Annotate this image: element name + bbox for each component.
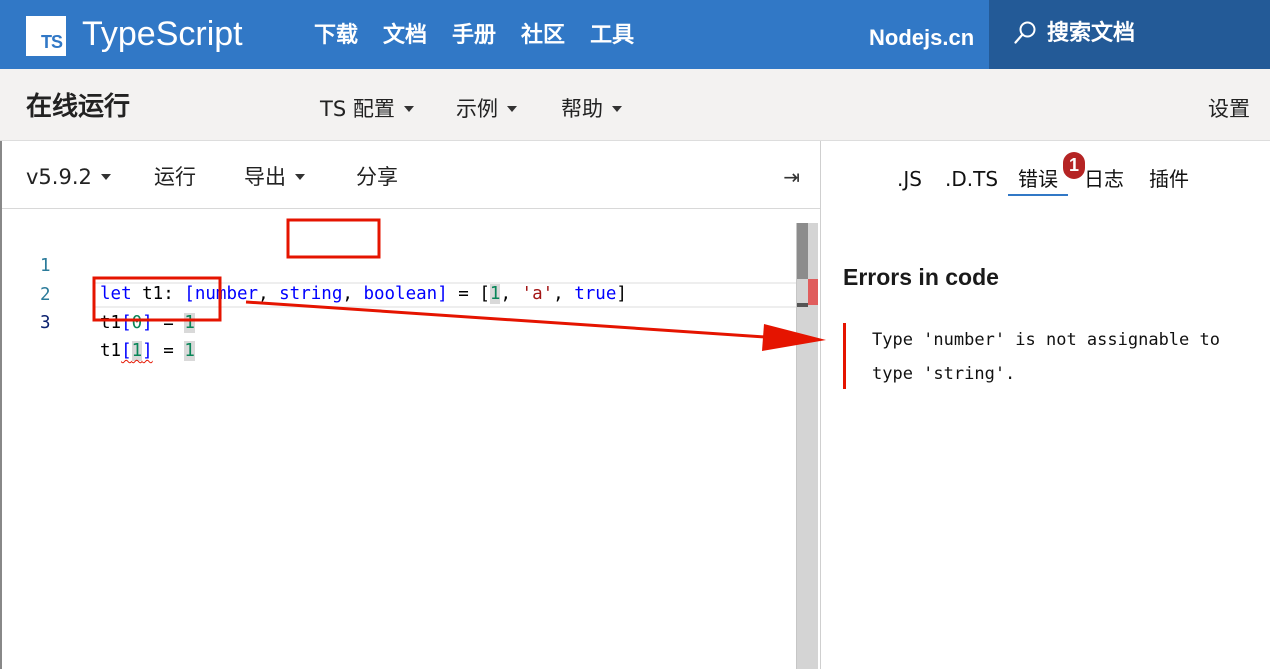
editor-scrollbar[interactable] xyxy=(796,223,818,669)
sidebar-tabs: .JS .D.TS 错误 1 日志 插件 xyxy=(821,152,1270,197)
error-count-badge: 1 xyxy=(1063,152,1085,179)
code-token: let xyxy=(100,284,132,304)
top-nav-bar: TS TypeScript 下载 文档 手册 社区 工具 Nodejs.cn 搜… xyxy=(0,0,1270,69)
brand-name[interactable]: TypeScript xyxy=(82,14,243,54)
nodejs-cn-link[interactable]: Nodejs.cn xyxy=(869,24,974,52)
code-token: t1 xyxy=(100,313,122,333)
code-line-1[interactable]: 1 let t1: [number, string, boolean] = [1… xyxy=(2,224,627,304)
run-button[interactable]: 运行 xyxy=(154,163,196,191)
page-title: 在线运行 xyxy=(26,92,131,122)
code-token: 1 xyxy=(489,284,501,304)
code-line-3[interactable]: 3 t1[1] = 1 xyxy=(2,281,195,361)
version-select[interactable]: v5.9.2 xyxy=(26,163,111,191)
settings-link[interactable]: 设置 xyxy=(1208,95,1250,123)
errors-heading: Errors in code xyxy=(843,264,999,290)
tab-js[interactable]: .JS xyxy=(897,165,922,193)
code-token: = xyxy=(152,313,185,333)
ts-config-menu[interactable]: TS 配置 xyxy=(320,95,414,123)
logo-text: TS xyxy=(40,32,63,52)
code-token: t1 xyxy=(100,341,122,361)
share-button[interactable]: 分享 xyxy=(356,163,398,191)
chevron-down-icon xyxy=(295,173,305,180)
code-token: 1 xyxy=(184,313,195,333)
code-token: [ xyxy=(184,284,195,304)
code-editor[interactable]: 1 let t1: [number, string, boolean] = [1… xyxy=(2,210,796,669)
code-token: , xyxy=(500,284,522,304)
nav-community[interactable]: 社区 xyxy=(521,22,565,50)
ts-logo-icon[interactable]: TS xyxy=(26,16,66,56)
tab-dts[interactable]: .D.TS xyxy=(945,165,998,193)
nav-download[interactable]: 下载 xyxy=(314,22,358,50)
code-token: 1 xyxy=(184,341,195,361)
code-token: boolean xyxy=(363,284,438,304)
code-token: ] xyxy=(142,341,153,361)
code-token: true xyxy=(574,284,617,304)
export-label: 导出 xyxy=(244,165,286,189)
code-token: ] xyxy=(142,313,153,333)
line-number: 3 xyxy=(40,313,51,333)
code-token: ] xyxy=(616,284,627,304)
tab-plugins[interactable]: 插件 xyxy=(1149,165,1189,193)
collapse-sidebar-icon[interactable]: ⇥ xyxy=(783,165,800,189)
error-marker xyxy=(808,279,818,305)
tab-logs[interactable]: 日志 xyxy=(1084,165,1124,193)
nav-tools[interactable]: 工具 xyxy=(590,22,634,50)
error-message[interactable]: Type 'number' is not assignable to type … xyxy=(843,323,1243,389)
playground-toolbar: 在线运行 TS 配置 示例 帮助 设置 xyxy=(0,69,1270,141)
sidebar-pane: .JS .D.TS 错误 1 日志 插件 Errors in code Type… xyxy=(820,141,1270,669)
code-text: t1[1] = 1 xyxy=(100,337,195,365)
code-token: , xyxy=(258,284,280,304)
tab-errors[interactable]: 错误 xyxy=(1008,165,1068,196)
code-token: 0 xyxy=(131,313,143,333)
code-line-2[interactable]: 2 t1[0] = 1 xyxy=(2,253,195,333)
chevron-down-icon xyxy=(100,173,111,180)
code-token: = xyxy=(152,341,185,361)
export-menu[interactable]: 导出 xyxy=(244,163,305,191)
chevron-down-icon xyxy=(403,105,414,112)
code-text: let t1: [number, string, boolean] = [1, … xyxy=(100,280,627,308)
code-token: string xyxy=(279,284,343,304)
nav-docs[interactable]: 文档 xyxy=(383,22,427,50)
search-icon xyxy=(1014,21,1036,44)
editor-toolbar: v5.9.2 运行 导出 分享 ⇥ xyxy=(2,141,820,209)
help-label: 帮助 xyxy=(561,97,603,121)
examples-menu[interactable]: 示例 xyxy=(456,95,517,123)
code-token: ] xyxy=(437,284,448,304)
code-token: [ xyxy=(121,313,132,333)
code-token: 1 xyxy=(131,341,143,361)
main-nav: 下载 文档 手册 社区 工具 xyxy=(314,22,634,50)
code-text: t1[0] = 1 xyxy=(100,309,195,337)
code-token: 'a' xyxy=(521,284,554,304)
search-docs-button[interactable]: 搜索文档 xyxy=(989,0,1270,69)
examples-label: 示例 xyxy=(456,97,498,121)
code-token: [ xyxy=(121,341,132,361)
help-menu[interactable]: 帮助 xyxy=(561,95,622,123)
chevron-down-icon xyxy=(507,105,517,112)
code-token: t1: xyxy=(131,284,185,304)
version-label: v5.9.2 xyxy=(26,165,92,189)
code-token: , xyxy=(553,284,575,304)
cursor-marker xyxy=(797,303,808,307)
scrollbar-thumb[interactable] xyxy=(797,223,808,279)
code-token: , xyxy=(342,284,364,304)
code-token: number xyxy=(194,284,259,304)
nav-handbook[interactable]: 手册 xyxy=(452,22,496,50)
ts-config-label: TS 配置 xyxy=(320,97,395,121)
code-token: = [ xyxy=(447,284,490,304)
editor-pane: v5.9.2 运行 导出 分享 ⇥ 1 let t1: [number, str… xyxy=(0,141,820,669)
search-label: 搜索文档 xyxy=(1047,21,1136,46)
chevron-down-icon xyxy=(612,105,622,112)
